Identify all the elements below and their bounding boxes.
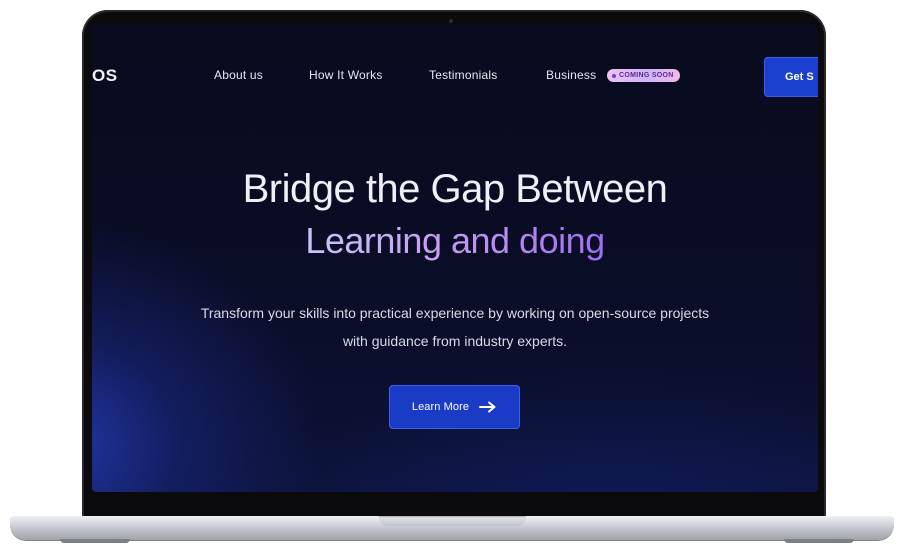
nav-link-testimonials[interactable]: Testimonials xyxy=(429,68,497,82)
hero-title: Bridge the Gap Between xyxy=(242,167,668,211)
badge-label: COMING SOON xyxy=(619,72,674,79)
laptop-opening-notch xyxy=(379,516,526,526)
camera-dot xyxy=(449,19,453,23)
hero-subtitle: Learning and doing xyxy=(92,220,818,262)
hero-description-line-2: with guidance from industry experts. xyxy=(342,333,568,349)
hero-description: Transform your skills into practical exp… xyxy=(132,299,778,355)
nav-link-how-it-works[interactable]: How It Works xyxy=(309,68,383,82)
badge-dot-icon xyxy=(612,73,616,78)
site-logo[interactable]: OS xyxy=(92,66,118,86)
learn-more-button[interactable]: Learn More xyxy=(389,385,520,429)
hero-subtitle-text: Learning and doing xyxy=(305,220,605,261)
learn-more-label: Learn More xyxy=(411,401,470,413)
nav-link-business[interactable]: Business xyxy=(546,68,596,82)
hero-description-line-1: Transform your skills into practical exp… xyxy=(200,305,710,321)
get-started-button[interactable]: Get S xyxy=(764,57,818,97)
laptop-mockup: OS About us How It Works Testimonials Bu… xyxy=(0,0,914,553)
nav-link-about[interactable]: About us xyxy=(214,68,263,82)
arrow-right-icon xyxy=(479,401,496,413)
coming-soon-badge: COMING SOON xyxy=(607,69,680,82)
laptop-foot-right xyxy=(784,539,854,543)
website-screen: OS About us How It Works Testimonials Bu… xyxy=(92,24,818,492)
laptop-foot-left xyxy=(60,539,130,543)
